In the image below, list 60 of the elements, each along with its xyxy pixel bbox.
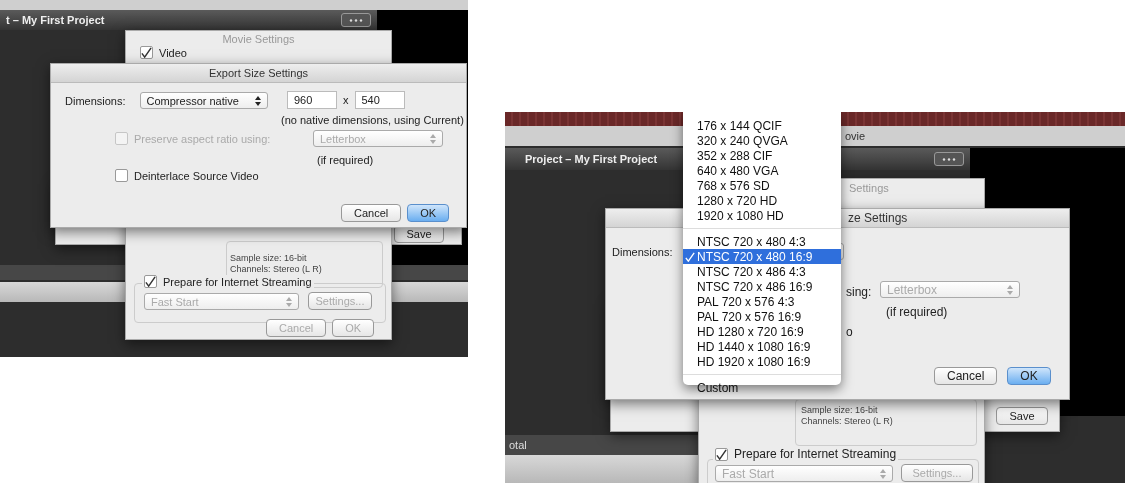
updown-arrows-icon: [286, 296, 292, 307]
audio-info-text: Sample size: 16-bit: [230, 253, 308, 264]
checkbox-label: Video: [159, 46, 187, 59]
checkbox-label: Preserve aspect ratio using:: [134, 132, 271, 145]
project-title: Project – My First Project: [525, 153, 658, 165]
streaming-checkbox[interactable]: [144, 275, 157, 288]
menu-item[interactable]: NTSC 720 x 486 4:3: [683, 264, 841, 279]
updown-arrows-icon: [430, 133, 436, 144]
bottom-bar-label: otal: [509, 439, 527, 451]
menu-item[interactable]: PAL 720 x 576 16:9: [683, 309, 841, 324]
ok-button[interactable]: OK: [1007, 367, 1051, 385]
ok-button[interactable]: OK: [407, 204, 450, 222]
dialog-title: Export Size Settings: [51, 64, 466, 83]
menu-item[interactable]: PAL 720 x 576 4:3: [683, 294, 841, 309]
audio-info-text: Channels: Stereo (L R): [801, 416, 893, 427]
menu-item[interactable]: HD 1440 x 1080 16:9: [683, 339, 841, 354]
dimensions-label: Dimensions:: [65, 94, 126, 107]
aspect-note: (if required): [886, 305, 948, 319]
width-field[interactable]: 960: [287, 91, 337, 109]
menu-item[interactable]: NTSC 720 x 486 16:9: [683, 279, 841, 294]
menu-item[interactable]: 352 x 288 CIF: [683, 148, 841, 163]
streaming-checkbox[interactable]: [715, 447, 728, 461]
aspect-note: (if required): [317, 154, 374, 166]
more-button[interactable]: [934, 152, 964, 166]
video-checkbox[interactable]: [140, 46, 153, 59]
more-icon: [942, 157, 956, 161]
dimensions-label: Dimensions:: [612, 246, 673, 258]
menu-item[interactable]: 176 x 144 QCIF: [683, 118, 841, 133]
menu-item[interactable]: 640 x 480 VGA: [683, 163, 841, 178]
updown-arrows-icon: [1007, 284, 1013, 295]
audio-info-text: Sample size: 16-bit: [801, 405, 879, 416]
save-button[interactable]: Save: [996, 407, 1048, 425]
menu-item[interactable]: NTSC 720 x 480 4:3: [683, 234, 841, 249]
checkbox-label: Prepare for Internet Streaming: [734, 447, 897, 461]
check-icon: [685, 251, 695, 262]
menu-item[interactable]: NTSC 720 x 480 16:9: [683, 249, 841, 264]
times-sign: x: [343, 94, 349, 106]
dialog-button[interactable]: Cancel: [341, 204, 402, 222]
menu-item[interactable]: 1920 x 1080 HD: [683, 208, 841, 223]
height-field[interactable]: 540: [354, 91, 405, 109]
checkbox-label: Prepare for Internet Streaming: [163, 275, 312, 288]
checkbox-label: o: [846, 325, 853, 339]
dimensions-select[interactable]: Compressor native: [139, 92, 268, 109]
dialog-button[interactable]: Cancel: [934, 367, 998, 385]
more-icon: [349, 18, 363, 22]
audio-info-text: Channels: Stereo (L R): [230, 264, 322, 275]
project-title: t – My First Project: [6, 14, 105, 26]
preserve-label: sing:: [846, 285, 872, 299]
updown-arrows-icon: [880, 468, 886, 479]
updown-arrows-icon: [254, 95, 261, 106]
checkbox-label: Deinterlace Source Video: [134, 169, 259, 182]
deinterlace-checkbox[interactable]: [115, 169, 128, 182]
more-button[interactable]: [341, 13, 371, 27]
dialog-title: Movie Settings: [126, 31, 391, 46]
menu-item[interactable]: 320 x 240 QVGA: [683, 133, 841, 148]
app-title: ovie: [845, 130, 866, 142]
menu-item[interactable]: HD 1920 x 1080 16:9: [683, 354, 841, 369]
menu-item[interactable]: Custom: [683, 380, 841, 395]
dimensions-note: (no native dimensions, using Current): [281, 114, 464, 126]
menu-item[interactable]: HD 1280 x 720 16:9: [683, 324, 841, 339]
